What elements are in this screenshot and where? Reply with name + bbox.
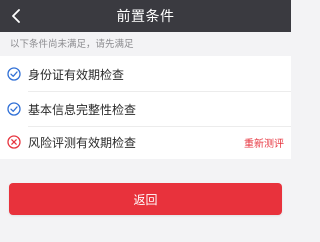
condition-label: 风险评测有效期检查 xyxy=(28,135,137,150)
return-button[interactable]: 返回 xyxy=(9,183,282,215)
condition-row-id-card: 身份证有效期检查 xyxy=(0,57,291,91)
hint-text: 以下条件尚未满足，请先满足 xyxy=(10,39,134,50)
conditions-list: 身份证有效期检查 基本信息完整性检查 风险评测有效期检查 重新测评 xyxy=(0,56,291,159)
check-circle-icon xyxy=(7,102,21,116)
condition-row-risk-assessment: 风险评测有效期检查 重新测评 xyxy=(0,125,291,159)
check-circle-icon xyxy=(7,67,21,81)
condition-row-basic-info: 基本信息完整性检查 xyxy=(0,92,291,126)
back-button[interactable] xyxy=(6,5,28,27)
retake-assessment-link[interactable]: 重新测评 xyxy=(244,135,284,150)
chevron-left-icon xyxy=(12,9,20,23)
nav-header: 前置条件 xyxy=(0,0,291,32)
condition-label: 身份证有效期检查 xyxy=(28,67,125,82)
x-circle-icon xyxy=(7,135,21,149)
condition-label: 基本信息完整性检查 xyxy=(28,102,137,117)
page-title: 前置条件 xyxy=(116,9,175,25)
